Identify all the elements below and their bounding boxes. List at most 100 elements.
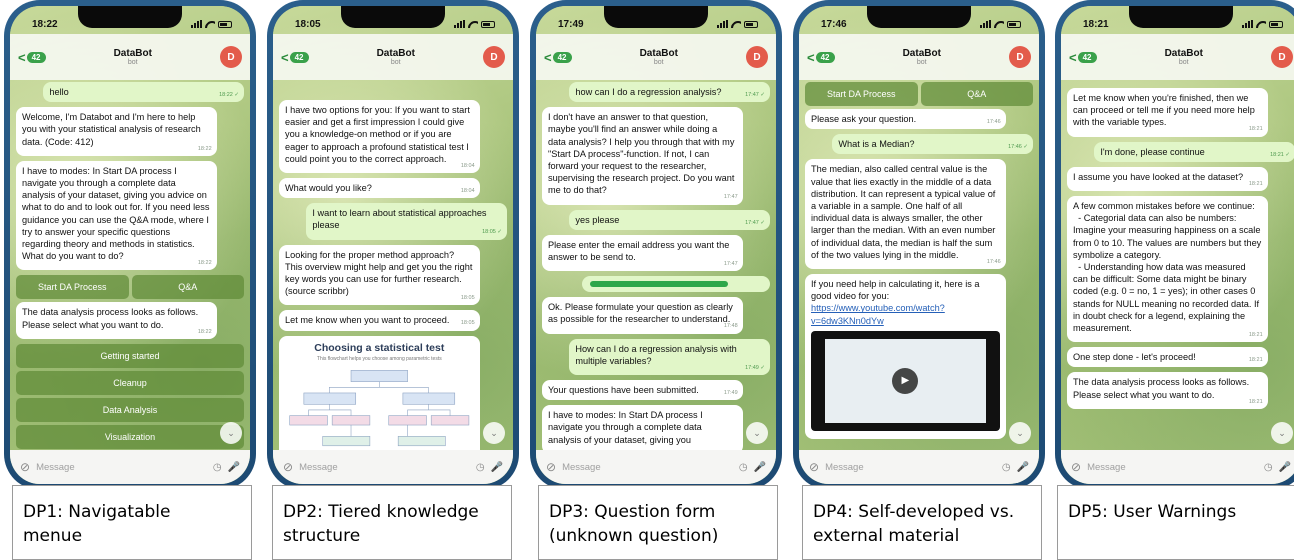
- menu-button[interactable]: Visualization: [16, 424, 244, 449]
- message-input[interactable]: Message: [825, 462, 996, 473]
- message-time: 17:46 ✓: [1008, 144, 1028, 151]
- status-icons: [1242, 20, 1283, 28]
- menu-button[interactable]: Data Analysis: [16, 397, 244, 422]
- message-time: 18:04: [460, 162, 475, 169]
- phone-frame: 17:49 <42 DataBot bot Dhow can I do a regres…: [530, 0, 782, 490]
- chat-history[interactable]: Start DA Process Q&A Please ask your quest…: [799, 78, 1039, 450]
- keyboard-button[interactable]: Q&A: [131, 275, 244, 300]
- scroll-down-button[interactable]: ⌄: [483, 422, 505, 444]
- paperclip-icon[interactable]: ⊘: [283, 460, 293, 474]
- bot-message: The median, also called central value is…: [805, 159, 1006, 270]
- sticker-icon[interactable]: ◷: [476, 462, 485, 473]
- chat-history[interactable]: Let me know when you're finished, then w…: [1061, 78, 1294, 450]
- avatar[interactable]: D: [746, 46, 768, 68]
- message-time: 17:47 ✓: [745, 92, 765, 98]
- message-time: 18:21 ✓: [1270, 151, 1290, 158]
- microphone-icon[interactable]: 🎤: [491, 462, 503, 473]
- reply-keyboard-row: Start DA Process Q&A: [16, 275, 244, 300]
- sticker-icon[interactable]: ◷: [213, 462, 222, 473]
- paperclip-icon[interactable]: ⊘: [809, 460, 819, 474]
- notch: [867, 6, 971, 28]
- play-icon[interactable]: ▶: [892, 367, 919, 394]
- message-input[interactable]: Message: [1087, 462, 1258, 473]
- message-input[interactable]: Message: [36, 462, 207, 473]
- sticker-icon[interactable]: ◷: [739, 462, 748, 473]
- bot-message: One step done - let's proceed! 18:21: [1067, 347, 1268, 368]
- image-message[interactable]: Choosing a statistical test This flowchar…: [279, 335, 480, 450]
- message-text: The data analysis process looks as follo…: [1073, 377, 1252, 400]
- message-time: 18:21: [1248, 398, 1263, 405]
- chat-title: DataBot bot: [640, 48, 678, 66]
- avatar[interactable]: D: [1271, 46, 1293, 68]
- avatar[interactable]: D: [220, 46, 242, 68]
- signal-icon: [1242, 20, 1253, 28]
- video-preview[interactable]: ▶: [811, 330, 1000, 431]
- message-input[interactable]: Message: [562, 462, 733, 473]
- message-list: I have two options for you: If you want …: [279, 100, 507, 450]
- bot-message: A few common mistakes before we continue…: [1067, 196, 1268, 343]
- back-button[interactable]: <42: [807, 50, 835, 65]
- avatar[interactable]: D: [1009, 46, 1031, 68]
- message-time: 17:47: [723, 194, 738, 201]
- sticker-icon[interactable]: ◷: [1264, 462, 1273, 473]
- bot-message: I have to modes: In Start DA process I n…: [542, 405, 743, 450]
- chat-history[interactable]: how can I do a regression analysis? 17:47…: [536, 78, 776, 450]
- message-text: Your questions have been submitted.: [548, 385, 699, 396]
- paperclip-icon[interactable]: ⊘: [546, 460, 556, 474]
- status-icons: [191, 20, 232, 28]
- sent-message: how can I do a regression analysis? 17:47…: [569, 82, 770, 103]
- menu-button[interactable]: Getting started: [16, 343, 244, 368]
- menu-row: Getting started: [16, 343, 244, 368]
- signal-icon: [191, 20, 202, 28]
- message-time: 18:21: [1248, 357, 1263, 364]
- bot-message: The data analysis process looks as follo…: [1067, 372, 1268, 409]
- avatar[interactable]: D: [483, 46, 505, 68]
- bot-message: If you need help in calculating it, here…: [805, 274, 1006, 439]
- bot-message: I have to modes: In Start DA process I n…: [16, 160, 217, 271]
- status-time: 17:46: [821, 18, 847, 30]
- scroll-down-button[interactable]: ⌄: [746, 422, 768, 444]
- chat-title: DataBot bot: [377, 48, 415, 66]
- microphone-icon[interactable]: 🎤: [228, 462, 240, 473]
- message-input[interactable]: Message: [299, 462, 470, 473]
- status-icons: [454, 20, 495, 28]
- microphone-icon[interactable]: 🎤: [1279, 462, 1291, 473]
- message-text: I assume you have looked at the dataset?: [1073, 171, 1244, 182]
- status-time: 18:21: [1083, 18, 1109, 30]
- image-title: Choosing a statistical test: [314, 341, 445, 354]
- message-text: If you need help in calculating it, here…: [811, 279, 983, 302]
- scroll-down-button[interactable]: ⌄: [1009, 422, 1031, 444]
- chat-title: DataBot bot: [1165, 48, 1203, 66]
- microphone-icon[interactable]: 🎤: [754, 462, 766, 473]
- message-time: 18:22 ✓: [219, 92, 239, 98]
- paperclip-icon[interactable]: ⊘: [20, 460, 30, 474]
- wifi-icon: [468, 20, 478, 28]
- bot-message: I don't have an answer to that question,…: [542, 107, 743, 205]
- scroll-down-button[interactable]: ⌄: [1271, 422, 1293, 444]
- keyboard-button[interactable]: Start DA Process: [16, 275, 129, 300]
- message-text: I'm done, please continue: [1100, 146, 1205, 157]
- scroll-down-button[interactable]: ⌄: [220, 422, 242, 444]
- message-time: 18:21: [1248, 332, 1263, 339]
- back-button[interactable]: <42: [544, 50, 572, 65]
- menu-button[interactable]: Cleanup: [16, 370, 244, 395]
- back-button[interactable]: <42: [1069, 50, 1097, 65]
- paperclip-icon[interactable]: ⊘: [1071, 460, 1081, 474]
- status-icons: [717, 20, 758, 28]
- bot-subtitle: bot: [127, 59, 138, 66]
- keyboard-button[interactable]: Q&A: [920, 82, 1033, 106]
- chat-history[interactable]: hello 18:22 ✓ Welcome, I'm Databot and I'm…: [10, 78, 250, 450]
- back-button[interactable]: <42: [18, 50, 46, 65]
- sticker-icon[interactable]: ◷: [1002, 462, 1011, 473]
- bot-subtitle: bot: [916, 59, 927, 66]
- microphone-icon[interactable]: 🎤: [1017, 462, 1029, 473]
- keyboard-button[interactable]: Start DA Process: [805, 82, 918, 106]
- unread-count-badge: 42: [552, 51, 572, 63]
- message-text: how can I do a regression analysis?: [575, 87, 722, 97]
- chevron-left-icon: <: [18, 49, 26, 65]
- chat-history[interactable]: I have two options for you: If you want …: [273, 78, 513, 450]
- message-text: I don't have an answer to that question,…: [548, 112, 737, 196]
- video-link[interactable]: https://www.youtube.com/watch?v=6dw3KNn0…: [811, 303, 945, 325]
- message-list: how can I do a regression analysis? 17:47…: [542, 82, 770, 450]
- back-button[interactable]: <42: [281, 50, 309, 65]
